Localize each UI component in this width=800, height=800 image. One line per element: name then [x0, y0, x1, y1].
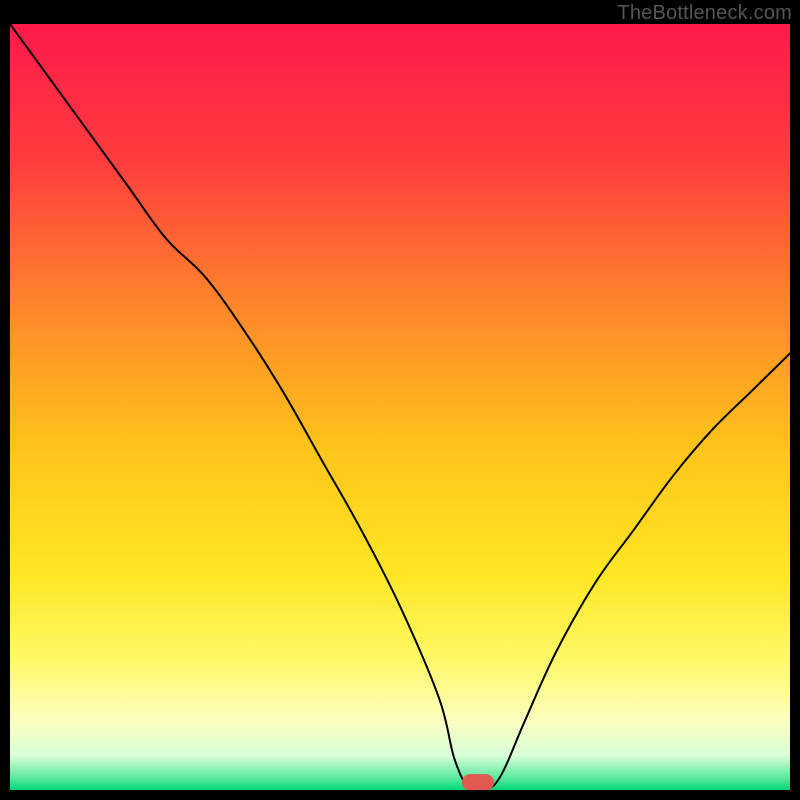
gradient-background [10, 24, 790, 790]
chart-svg [10, 24, 790, 790]
watermark-text: TheBottleneck.com [617, 2, 792, 25]
optimum-marker [462, 775, 493, 790]
plot-area [10, 24, 790, 790]
chart-frame: TheBottleneck.com [0, 0, 800, 800]
